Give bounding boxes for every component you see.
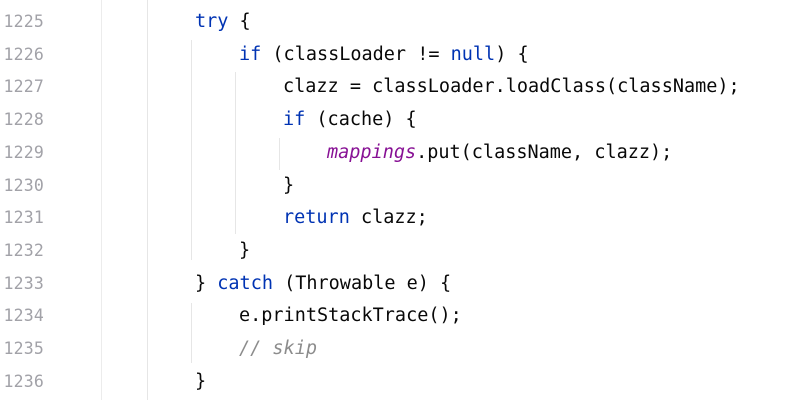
keyword-token: catch [217,272,273,294]
code-text: mappings.put(className, clazz); [327,142,672,163]
line-number: 1226 [3,44,44,64]
code-line[interactable]: 1228 if (cache) { [0,104,797,137]
code-line[interactable]: 1234 e.printStackTrace(); [0,300,797,333]
code-line[interactable]: 1233} catch (Throwable e) { [0,268,797,301]
code-line[interactable]: 1231 return clazz; [0,202,797,235]
code-text: } [195,371,206,392]
code-line[interactable]: 1232} [0,235,797,268]
code-text: } [283,175,294,196]
code-text: e.printStackTrace(); [239,305,462,326]
plain-token: } [195,272,218,294]
code-text: } catch (Throwable e) { [195,273,451,294]
line-number: 1235 [3,339,44,358]
keyword-token: if [239,43,262,65]
code-editor[interactable]: 1225 try {1226 if (classLoader != null) {1… [0,0,797,400]
line-number: 1229 [3,142,44,162]
plain-token: (cache) { [305,109,417,131]
code-text: } [239,240,250,261]
plain-token: .put(className, clazz); [416,141,673,163]
line-number: 1230 [3,175,44,195]
keyword-token: if [283,109,306,131]
plain-token: clazz; [349,207,428,229]
line-number: 1233 [3,273,44,293]
code-text: if (cache) { [283,109,417,130]
plain-token: { [228,11,251,32]
code-text: if (classLoader != null) { [239,44,529,65]
line-number: 1236 [3,371,44,391]
plain-token: clazz = classLoader.loadClass(className)… [283,76,740,98]
plain-token: (Throwable e) { [272,272,452,294]
plain-token: } [239,239,251,261]
code-line[interactable]: 1235 // skip [0,333,797,366]
keyword-token: return [283,207,350,229]
line-number: 1231 [3,208,44,228]
plain-token: e.printStackTrace(); [239,305,462,327]
code-line[interactable]: 1229 mappings.put(className, clazz); [0,137,797,170]
code-line[interactable]: 1225 try { [0,6,797,39]
line-number: 1232 [3,240,44,260]
line-number: 1234 [3,306,44,326]
plain-token: } [195,370,207,392]
line-number: 1225 [3,12,44,31]
line-number: 1228 [3,110,44,130]
plain-token: ) { [495,43,529,65]
plain-token: (classLoader != [261,43,451,65]
field-token: mappings [327,141,417,163]
code-line[interactable]: 1230} [0,170,797,203]
code-line[interactable]: 1236} [0,366,797,399]
keyword-token: null [450,43,496,65]
comment-token: // skip [239,338,317,359]
code-text: try { [195,11,251,32]
code-text: clazz = classLoader.loadClass(className)… [283,76,740,97]
keyword-token: try [195,11,229,32]
line-number: 1227 [3,77,44,97]
code-line[interactable]: 1227 clazz = classLoader.loadClass(classN… [0,71,797,104]
code-text: return clazz; [283,207,428,228]
code-text: // skip [239,338,317,359]
code-line[interactable]: 1226 if (classLoader != null) { [0,39,797,72]
plain-token: } [283,174,295,196]
